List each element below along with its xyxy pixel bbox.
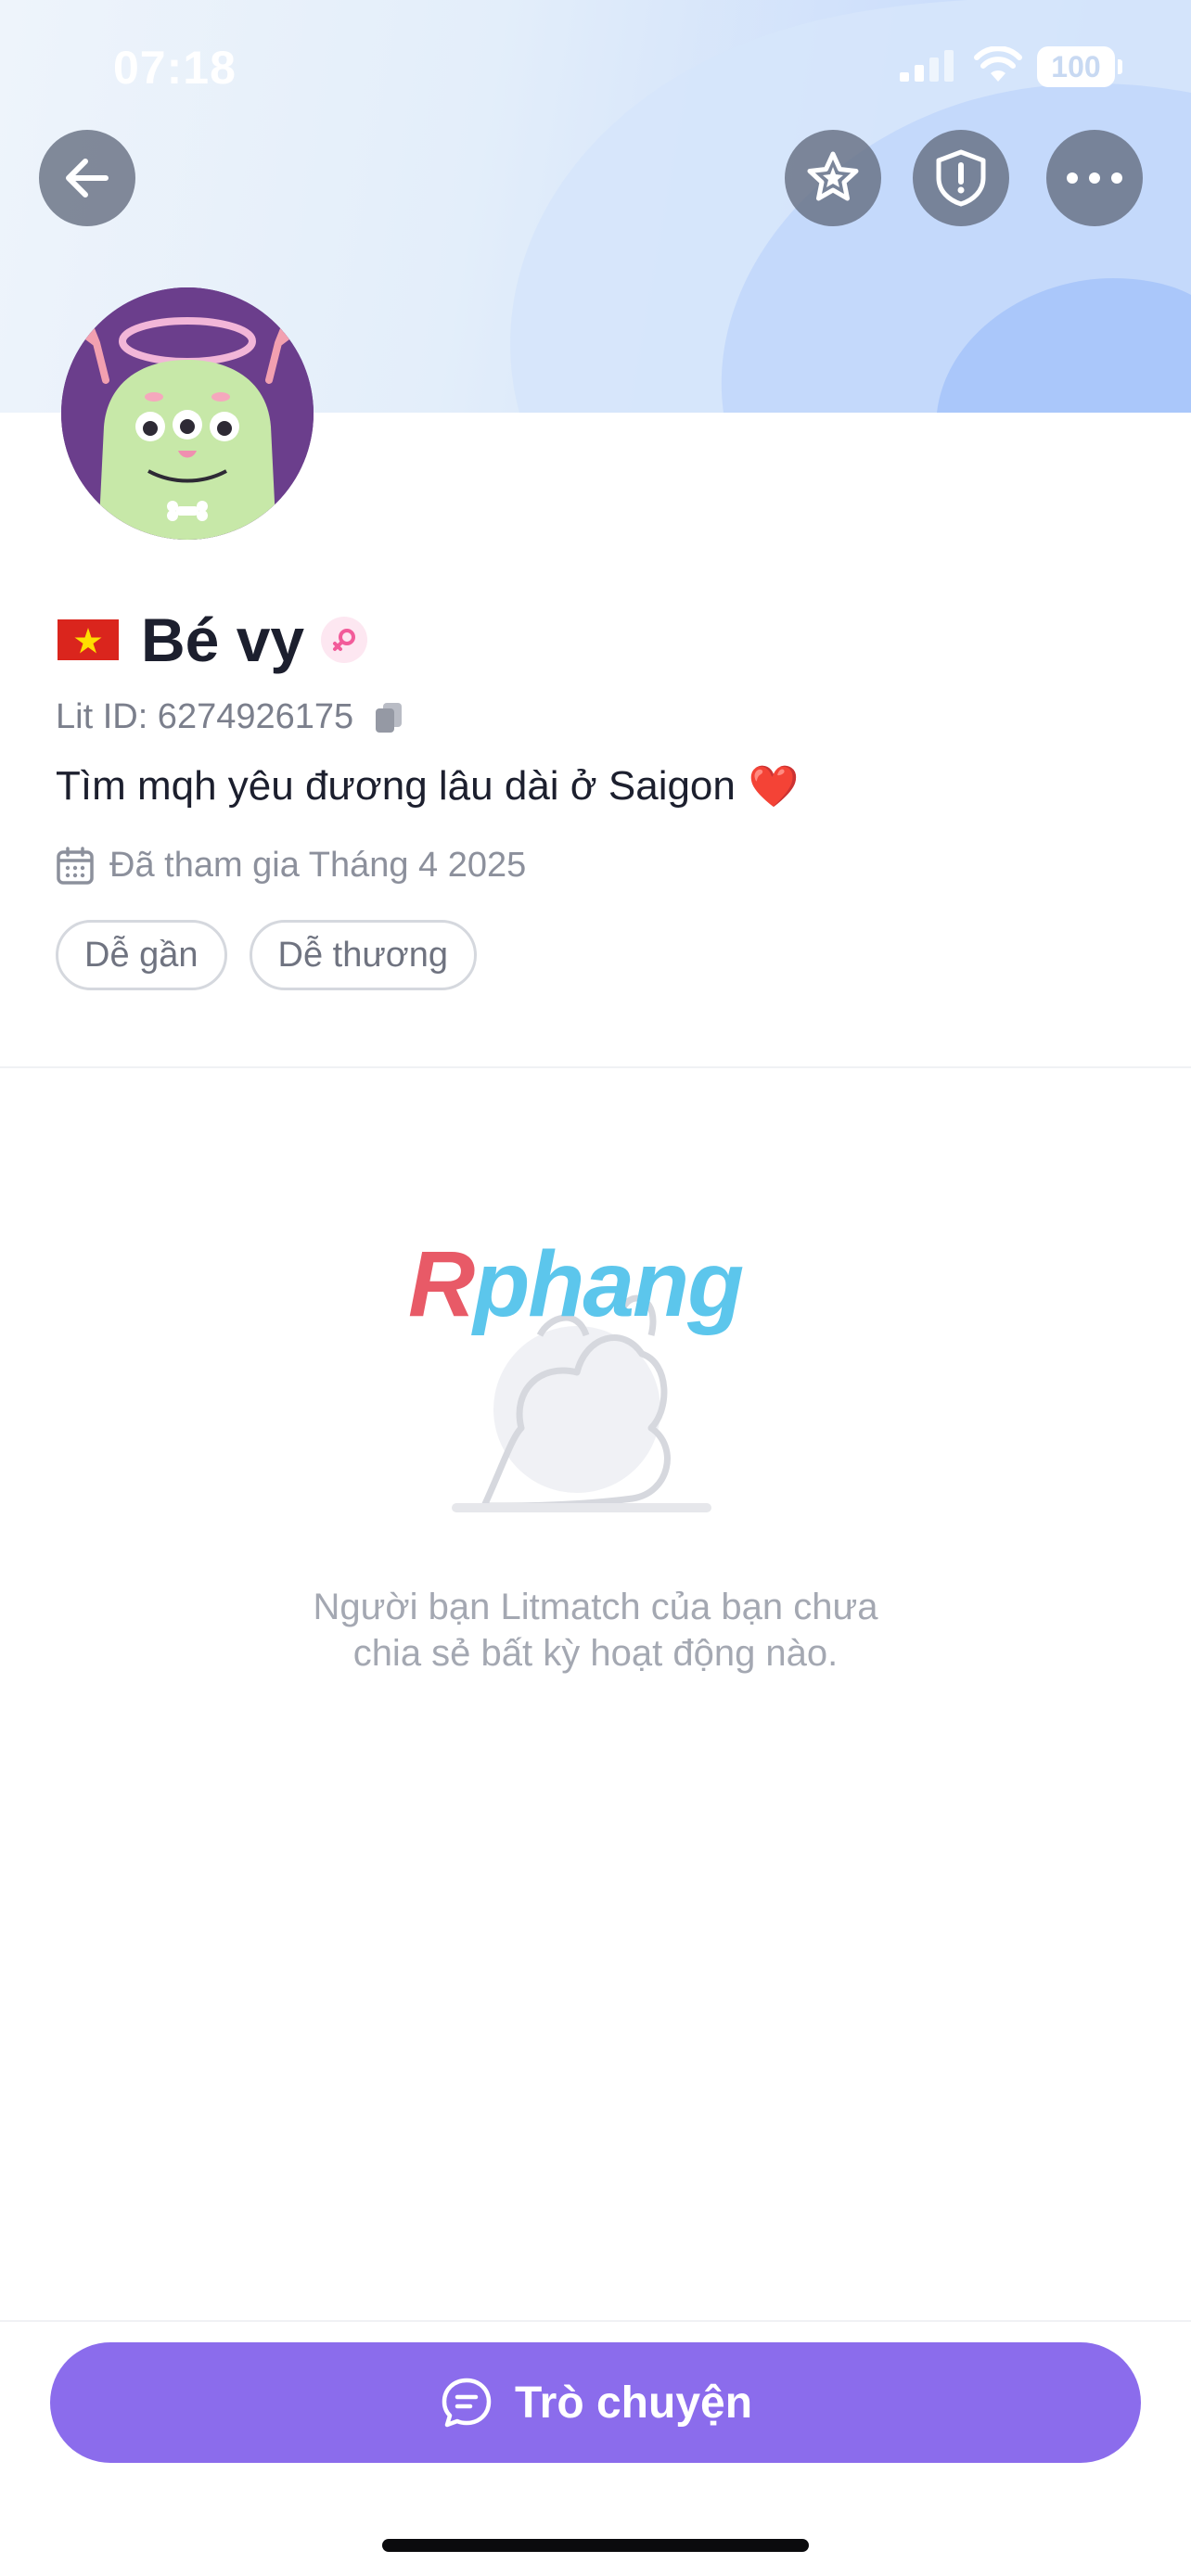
tag-list: Dễ gần Dễ thương: [56, 920, 499, 990]
monster-avatar-image: [61, 287, 314, 540]
copy-icon[interactable]: [374, 701, 403, 734]
chat-button[interactable]: Trò chuyện: [50, 2342, 1141, 2463]
tag-chip: Dễ thương: [249, 920, 477, 990]
back-button[interactable]: [39, 130, 135, 226]
calendar-icon: [57, 846, 94, 885]
home-indicator: [382, 2539, 809, 2552]
star-icon: [807, 151, 859, 201]
shield-alert-icon: [936, 149, 986, 207]
section-divider: [0, 1066, 1191, 1068]
chat-button-label: Trò chuyện: [514, 2378, 753, 2428]
bio-row: Tìm mqh yêu đương lâu dài ở Saigon ❤️: [56, 762, 800, 810]
tag-chip: Dễ gần: [56, 920, 227, 990]
vietnam-flag-icon: [58, 619, 119, 660]
joined-date: Đã tham gia Tháng 4 2025: [109, 846, 527, 885]
avatar[interactable]: [61, 287, 314, 540]
wifi-icon: [974, 46, 1022, 82]
watermark-logo: Rphang: [408, 1232, 744, 1336]
joined-row: Đã tham gia Tháng 4 2025: [56, 846, 526, 886]
more-options-button[interactable]: [1046, 130, 1143, 226]
more-horizontal-icon: [1067, 172, 1122, 184]
chat-bubble-icon: [442, 2378, 492, 2428]
lit-id-row: Lit ID: 6274926175: [56, 697, 403, 737]
signal-icon: [900, 50, 954, 82]
female-icon: [321, 617, 368, 663]
empty-state-message: Người bạn Litmatch của bạn chưa chia sẻ …: [313, 1587, 878, 1674]
profile-name: Bé vy: [141, 606, 305, 674]
heart-emoji: ❤️: [748, 764, 800, 810]
battery-icon: 100: [1037, 46, 1122, 87]
lit-id: Lit ID: 6274926175: [56, 697, 354, 736]
bio-text: Tìm mqh yêu đương lâu dài ở Saigon: [56, 763, 736, 809]
status-time: 07:18: [113, 42, 237, 94]
status-bar: 07:18 100: [0, 0, 1191, 130]
favorite-button[interactable]: [785, 130, 881, 226]
bottom-divider: [0, 2320, 1191, 2322]
report-button[interactable]: [913, 130, 1009, 226]
name-row: Bé vy: [58, 605, 368, 675]
arrow-left-icon: [66, 159, 109, 198]
